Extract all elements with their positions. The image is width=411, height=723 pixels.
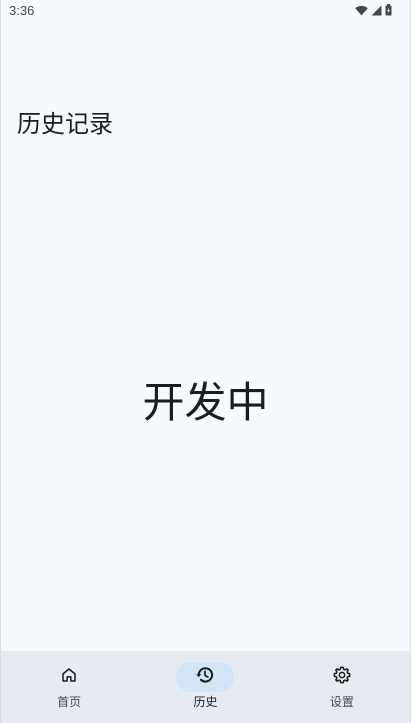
status-icons — [355, 4, 392, 16]
bottom-navigation: 首页 历史 设置 — [1, 651, 410, 723]
page-title: 历史记录 — [17, 110, 113, 138]
nav-item-settings[interactable]: 设置 — [274, 651, 410, 723]
history-icon — [195, 665, 215, 689]
nav-item-history[interactable]: 历史 — [137, 651, 273, 723]
status-time: 3:36 — [9, 3, 35, 18]
battery-icon — [385, 4, 392, 16]
signal-icon — [371, 5, 382, 16]
nav-label-settings: 设置 — [329, 695, 354, 709]
nav-item-home[interactable]: 首页 — [1, 651, 137, 723]
nav-indicator — [40, 662, 98, 692]
status-bar: 3:36 — [1, 0, 410, 22]
gear-icon — [332, 665, 352, 689]
home-icon — [60, 666, 78, 688]
nav-label-history: 历史 — [193, 695, 218, 709]
app-screen: 3:36 历史记录 开发中 首页 历史 设置 — [0, 0, 411, 723]
wifi-icon — [355, 5, 368, 16]
nav-indicator — [313, 662, 371, 692]
nav-active-indicator — [176, 662, 235, 692]
under-development-text: 开发中 — [142, 378, 269, 427]
nav-label-home: 首页 — [57, 695, 82, 709]
